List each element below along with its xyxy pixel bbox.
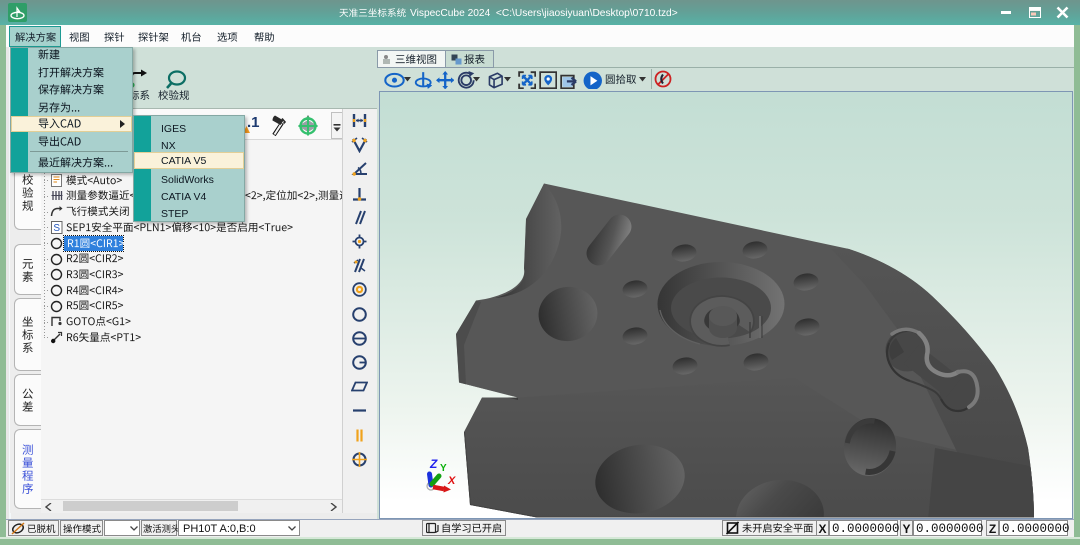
svg-text:Y: Y: [440, 463, 447, 474]
svg-text:X: X: [447, 475, 456, 487]
svg-text:Z: Z: [429, 457, 438, 471]
svg-text:S: S: [53, 223, 60, 234]
